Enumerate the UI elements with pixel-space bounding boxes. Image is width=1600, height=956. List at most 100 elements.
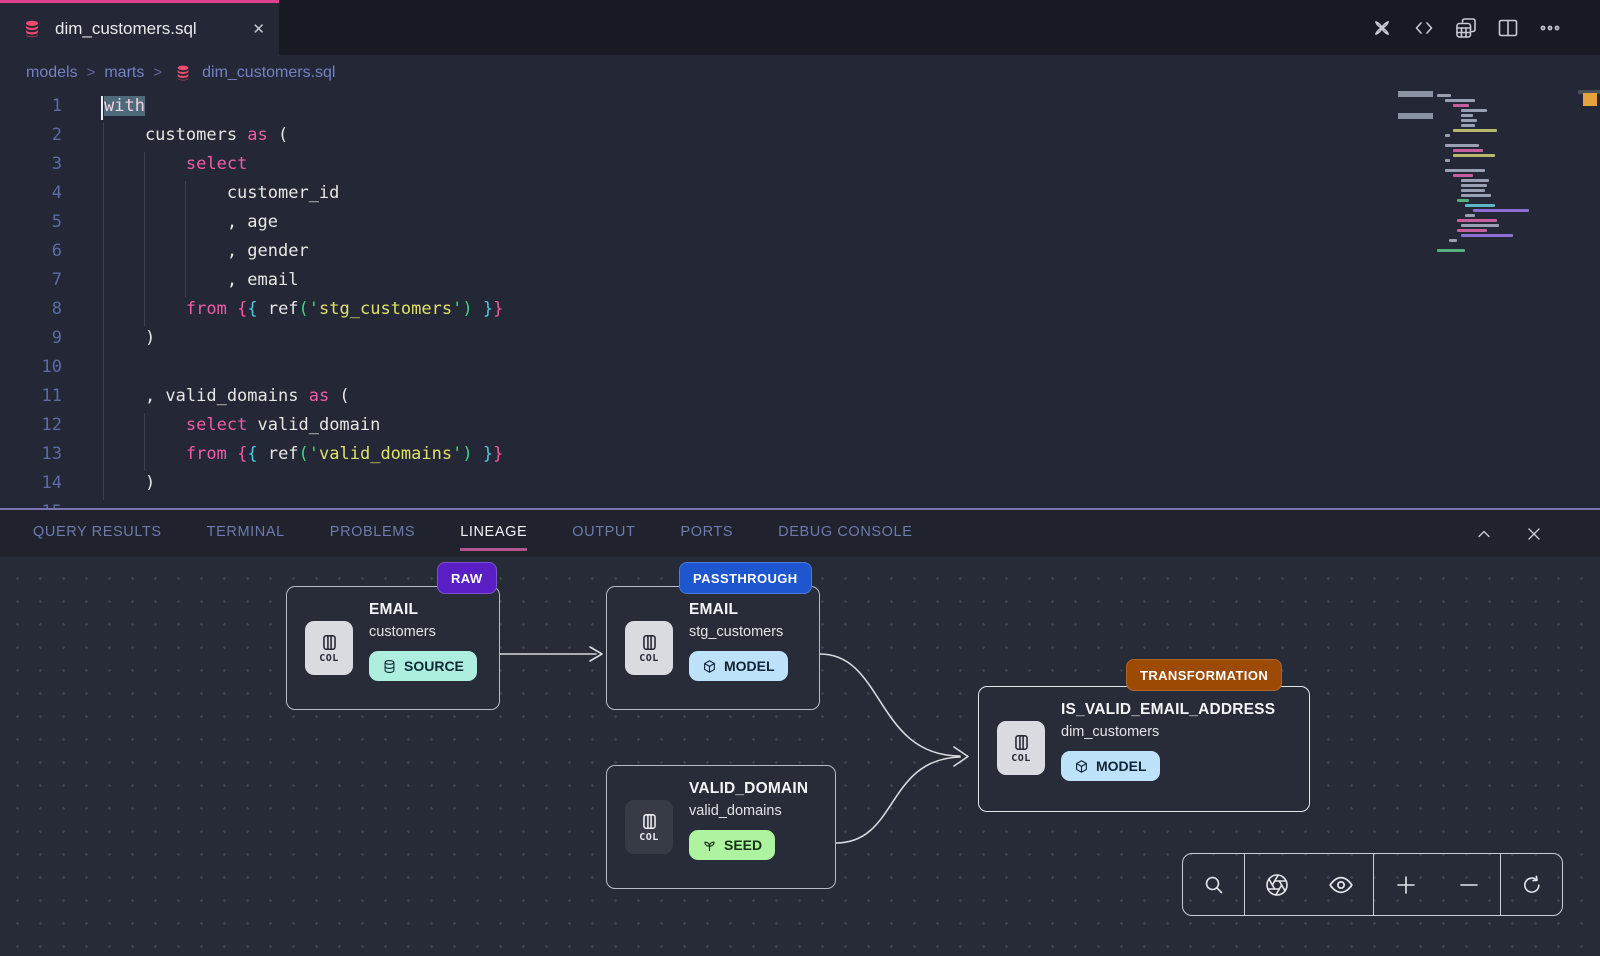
node-table-name: dim_customers: [1061, 724, 1159, 740]
minimap-line: [1461, 179, 1489, 182]
query-preview-icon[interactable]: [1454, 16, 1478, 40]
minimap-line: [1457, 219, 1497, 222]
code-area[interactable]: with customers as ( select customer_id ,…: [0, 92, 1600, 508]
code-editor[interactable]: 123456789101112131415 with customers as …: [0, 90, 1600, 508]
panel-tab-problems[interactable]: PROBLEMS: [330, 518, 415, 549]
column-icon-label: COL: [1011, 753, 1031, 764]
lineage-node-dim-customers[interactable]: COL IS_VALID_EMAIL_ADDRESS dim_customers…: [978, 686, 1310, 812]
pill-label: SOURCE: [404, 658, 464, 674]
lineage-node-customers[interactable]: COL EMAIL customers SOURCE: [286, 586, 500, 710]
column-icon: COL: [625, 621, 673, 675]
code-line: select: [0, 150, 1600, 179]
database-icon: [382, 659, 397, 674]
column-icon-label: COL: [319, 653, 339, 664]
breadcrumb-file[interactable]: dim_customers.sql: [171, 61, 335, 85]
minimap-line: [1461, 189, 1485, 192]
titlebar-actions: [1370, 0, 1600, 55]
model-pill: MODEL: [689, 651, 788, 681]
minimap-line: [1457, 199, 1469, 202]
minimap-line: [1445, 159, 1450, 162]
panel-tab-lineage[interactable]: LINEAGE: [460, 518, 527, 549]
minimap-line: [1461, 184, 1487, 187]
minimap-line: [1437, 94, 1451, 97]
badge-passthrough: PASSTHROUGH: [679, 562, 812, 594]
minimap-line: [1461, 224, 1499, 227]
panel-maximize-icon[interactable]: [1472, 522, 1496, 546]
node-column-name: EMAIL: [369, 601, 418, 619]
code-line: ): [0, 469, 1600, 498]
pill-label: SEED: [724, 837, 762, 853]
panel-tab-ports[interactable]: PORTS: [680, 518, 733, 549]
code-line: [0, 498, 1600, 508]
sprout-icon: [702, 838, 717, 853]
breadcrumb-separator: >: [153, 64, 162, 81]
minimap-line: [1445, 144, 1479, 147]
eye-icon[interactable]: [1326, 870, 1356, 900]
minimap-line: [1461, 124, 1475, 127]
minimap-line: [1445, 99, 1475, 102]
panel-tab-output[interactable]: OUTPUT: [572, 518, 635, 549]
code-line: , email: [0, 266, 1600, 295]
node-column-name: IS_VALID_EMAIL_ADDRESS: [1061, 701, 1275, 719]
indent-guide: [144, 413, 145, 471]
editor-tab-dim-customers[interactable]: dim_customers.sql ✕: [0, 0, 279, 55]
minimap[interactable]: [1398, 90, 1600, 508]
minimap-line: [1457, 229, 1487, 232]
code-line: from {{ ref('valid_domains') }}: [0, 440, 1600, 469]
panel-tab-query-results[interactable]: QUERY RESULTS: [33, 518, 162, 549]
lineage-node-valid-domains[interactable]: COL VALID_DOMAIN valid_domains SEED: [606, 765, 836, 889]
panel-tab-debug-console[interactable]: DEBUG CONSOLE: [778, 518, 912, 549]
minimap-line: [1461, 114, 1473, 117]
minimap-line: [1453, 154, 1495, 157]
code-line: ): [0, 324, 1600, 353]
indent-guide: [185, 181, 186, 297]
node-table-name: customers: [369, 624, 436, 640]
zoom-out-icon[interactable]: [1454, 870, 1484, 900]
lineage-canvas[interactable]: RAW PASSTHROUGH TRANSFORMATION COL EMAIL…: [0, 557, 1600, 956]
split-editor-icon[interactable]: [1496, 16, 1520, 40]
tab-label: dim_customers.sql: [55, 19, 197, 39]
column-icon: COL: [625, 800, 673, 854]
minimap-line: [1453, 149, 1483, 152]
node-table-name: valid_domains: [689, 803, 782, 819]
minimap-line: [1453, 174, 1473, 177]
toolbar-cell: [1373, 854, 1500, 915]
node-column-name: EMAIL: [689, 601, 738, 619]
database-icon: [20, 17, 44, 41]
panel-header: QUERY RESULTS TERMINAL PROBLEMS LINEAGE OUTP…: [0, 510, 1600, 557]
text-cursor: [101, 96, 103, 120]
panel-tab-terminal[interactable]: TERMINAL: [207, 518, 285, 549]
toolbar-cell: [1244, 854, 1373, 915]
breadcrumb: models > marts > dim_customers.sql: [0, 55, 1600, 90]
more-actions-icon[interactable]: [1538, 16, 1562, 40]
minimap-line: [1449, 239, 1457, 242]
indent-guide: [103, 123, 104, 500]
breadcrumb-segment-marts[interactable]: marts: [104, 64, 144, 82]
code-line: , age: [0, 208, 1600, 237]
minimap-line: [1437, 249, 1465, 252]
model-pill: MODEL: [1061, 751, 1160, 781]
code-line: , gender: [0, 237, 1600, 266]
inline-code-icon[interactable]: [1412, 16, 1436, 40]
breadcrumb-segment-models[interactable]: models: [26, 64, 78, 82]
dbt-extension-icon[interactable]: [1370, 16, 1394, 40]
minimap-marker-orange: [1583, 93, 1597, 106]
zoom-in-icon[interactable]: [1391, 870, 1421, 900]
search-icon[interactable]: [1199, 870, 1229, 900]
column-icon: COL: [305, 621, 353, 675]
minimap-selection-bar: [1398, 91, 1433, 97]
lineage-node-stg-customers[interactable]: COL EMAIL stg_customers MODEL: [606, 586, 820, 710]
refresh-icon[interactable]: [1517, 870, 1547, 900]
minimap-line: [1445, 134, 1450, 137]
source-pill: SOURCE: [369, 651, 477, 681]
code-line: , valid_domains as (: [0, 382, 1600, 411]
panel-close-icon[interactable]: [1522, 522, 1546, 546]
column-icon-label: COL: [639, 832, 659, 843]
edge-valid-domains-to-dim: [836, 757, 960, 843]
tab-close-icon[interactable]: ✕: [252, 20, 265, 38]
indent-guide: [144, 152, 145, 326]
node-table-name: stg_customers: [689, 624, 783, 640]
aperture-icon[interactable]: [1262, 870, 1292, 900]
cube-icon: [1074, 759, 1089, 774]
panel-actions: [1472, 522, 1600, 546]
